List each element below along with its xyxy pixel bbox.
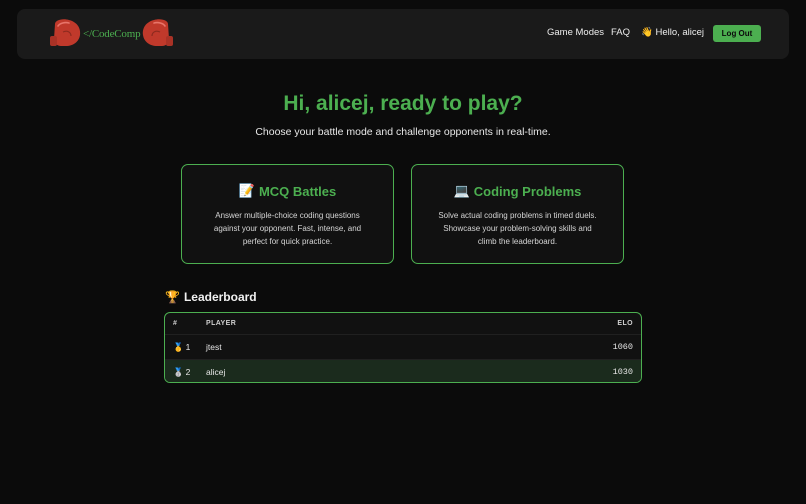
leaderboard-table: # PLAYER ELO 🥇 1 jtest 1060 🥈 2 alicej 1…: [164, 312, 642, 383]
elo-value: 1030: [612, 367, 633, 377]
mcq-battles-title: 📝 MCQ Battles: [182, 183, 393, 199]
nav-link-game-modes[interactable]: Game Modes: [547, 27, 604, 38]
header-elo: ELO: [617, 320, 633, 327]
elo-value: 1060: [612, 342, 633, 352]
logo[interactable]: </CodeComp: [49, 18, 174, 50]
rank-number: 2: [185, 367, 191, 377]
boxing-glove-right-icon: [143, 19, 174, 46]
leaderboard-title: 🏆 Leaderboard: [165, 290, 257, 304]
user-greeting: 👋 Hello, alicej: [641, 27, 705, 38]
hero-title: Hi, alicej, ready to play?: [283, 92, 523, 115]
silver-medal-icon: 🥈: [173, 366, 184, 377]
player-name: jtest: [206, 342, 222, 352]
leaderboard-label: Leaderboard: [183, 290, 257, 304]
table-header: # PLAYER ELO: [165, 313, 641, 334]
logout-button[interactable]: Log Out: [713, 25, 761, 42]
rank-cell: 🥇 1: [165, 342, 199, 353]
table-row: 🥇 1 jtest 1060: [165, 334, 641, 359]
rank-cell: 🥈 2: [165, 367, 199, 378]
header-rank: #: [173, 320, 178, 327]
table-row-current-user: 🥈 2 alicej 1030: [165, 359, 641, 382]
gold-medal-icon: 🥇: [173, 341, 184, 352]
hero-subtitle: Choose your battle mode and challenge op…: [255, 126, 551, 138]
coding-problems-title: 💻 Coding Problems: [412, 183, 623, 199]
laptop-icon: 💻: [453, 183, 470, 198]
coding-problems-description: Solve actual coding problems in timed du…: [438, 211, 597, 246]
memo-icon: 📝: [238, 183, 255, 198]
coding-problems-label: Coding Problems: [473, 183, 582, 199]
trophy-icon: 🏆: [165, 290, 180, 304]
header-player: PLAYER: [206, 320, 237, 327]
logo-text: </CodeComp: [83, 28, 141, 40]
mcq-battles-label: MCQ Battles: [258, 183, 337, 199]
rank-number: 1: [185, 342, 191, 352]
player-name: alicej: [206, 367, 226, 377]
mcq-battles-card[interactable]: 📝 MCQ Battles Answer multiple-choice cod…: [181, 164, 394, 264]
nav-link-faq[interactable]: FAQ: [611, 27, 630, 38]
navbar: </CodeComp Game Modes FAQ 👋 Hello, alice…: [17, 9, 789, 59]
mcq-battles-description: Answer multiple-choice coding questions …: [213, 211, 362, 246]
boxing-glove-left-icon: [50, 19, 81, 46]
coding-problems-card[interactable]: 💻 Coding Problems Solve actual coding pr…: [411, 164, 624, 264]
